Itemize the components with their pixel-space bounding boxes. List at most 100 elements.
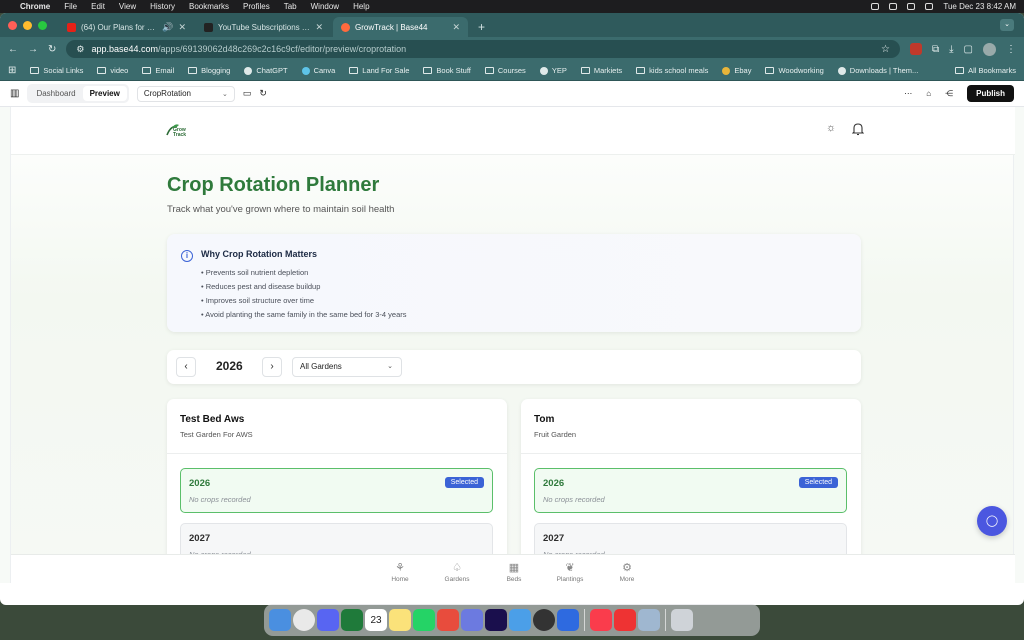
premiere-icon[interactable] (485, 609, 507, 631)
year-entry-selected[interactable]: 2026 No crops recorded Selected (180, 468, 493, 513)
bookmark-video[interactable]: video (97, 66, 128, 75)
chrome-menu-icon[interactable]: ⋮ (1006, 44, 1016, 55)
publish-button[interactable]: Publish (967, 85, 1014, 102)
reload-icon[interactable]: ↻ (48, 44, 56, 55)
bookmark-star-icon[interactable]: ☆ (881, 44, 890, 55)
new-tab-button[interactable]: + (470, 17, 493, 37)
wifi-icon[interactable] (871, 3, 880, 10)
site-info-icon[interactable]: ⚙ (76, 44, 84, 55)
menu-bookmarks[interactable]: Bookmarks (189, 2, 229, 11)
chat-assistant-button[interactable]: ◯ (977, 506, 1007, 536)
finder-icon[interactable] (269, 609, 291, 631)
news-icon[interactable] (614, 609, 636, 631)
extensions-puzzle-icon[interactable]: ⧉ (932, 44, 939, 55)
bookmark-yep[interactable]: YEP (539, 66, 567, 75)
bookmark-book-stuff[interactable]: Book Stuff (423, 66, 471, 75)
quicktime-icon[interactable] (533, 609, 555, 631)
excel-icon[interactable] (341, 609, 363, 631)
share-icon[interactable]: ⋲ (945, 89, 953, 98)
preview-tab[interactable]: Preview (82, 86, 127, 101)
address-bar[interactable]: ⚙ app.base44.com/apps/69139062d48c269c2c… (66, 40, 900, 58)
menu-view[interactable]: View (119, 2, 136, 11)
control-center-icon[interactable] (925, 3, 934, 10)
menu-chrome[interactable]: Chrome (20, 2, 50, 11)
bookmark-land-for-sale[interactable]: Land For Sale (349, 66, 409, 75)
bookmark-kids-school-meals[interactable]: kids school meals (636, 66, 708, 75)
speaker-icon[interactable]: 🔊 (162, 22, 173, 33)
vpn-icon[interactable] (461, 609, 483, 631)
menu-window[interactable]: Window (311, 2, 339, 11)
close-tab-icon[interactable]: ✕ (452, 22, 460, 33)
trash-icon[interactable] (671, 609, 693, 631)
nav-home[interactable]: ⚘ Home (375, 561, 425, 583)
menu-profiles[interactable]: Profiles (243, 2, 270, 11)
tab-youtube-subscriptions[interactable]: YouTube Subscriptions Tab C ✕ (196, 17, 331, 37)
nordvpn-icon[interactable] (557, 609, 579, 631)
search-icon[interactable] (907, 3, 916, 10)
menu-tab[interactable]: Tab (284, 2, 297, 11)
dashboard-tab[interactable]: Dashboard (29, 86, 82, 101)
bell-icon[interactable] (852, 122, 864, 136)
nav-gardens[interactable]: ♤ Gardens (432, 561, 482, 583)
page-select-dropdown[interactable]: CropRotation ⌄ (136, 85, 235, 102)
bookmark-social-links[interactable]: Social Links (30, 66, 83, 75)
back-arrow-icon[interactable]: ← (8, 44, 18, 55)
bookmark-downloads[interactable]: Downloads | Them... (837, 66, 918, 75)
download-icon[interactable]: ⤓ (949, 44, 953, 55)
all-bookmarks-button[interactable]: All Bookmarks (955, 66, 1016, 75)
extension-icon[interactable] (909, 43, 922, 55)
music-icon[interactable] (590, 609, 612, 631)
whatsapp-icon[interactable] (413, 609, 435, 631)
previous-year-button[interactable]: ‹ (176, 357, 196, 377)
chrome-icon[interactable] (293, 609, 315, 631)
bookmark-blogging[interactable]: Blogging (188, 66, 230, 75)
grid-icon: ▦ (508, 562, 520, 574)
nav-more[interactable]: ⚙ More (602, 561, 652, 583)
menu-help[interactable]: Help (353, 2, 369, 11)
close-window-button[interactable] (8, 20, 17, 30)
side-panel-icon[interactable]: ▢ (964, 44, 973, 55)
menubar-clock[interactable]: Tue Dec 23 8:42 AM (943, 2, 1016, 11)
forward-arrow-icon[interactable]: → (28, 44, 38, 55)
apps-grid-icon[interactable]: ⊞ (8, 65, 16, 76)
nav-beds[interactable]: ▦ Beds (489, 561, 539, 583)
home-plant-icon: ⚘ (395, 562, 405, 574)
sidebar-toggle-icon[interactable]: ▥ (10, 88, 19, 99)
tab-search-chevron-icon[interactable]: ⌄ (1000, 19, 1014, 31)
discord-icon[interactable] (317, 609, 339, 631)
sun-icon[interactable]: ☼ (826, 122, 836, 134)
reminders-icon[interactable] (437, 609, 459, 631)
garden-filter-dropdown[interactable]: All Gardens ⌄ (292, 357, 402, 377)
profile-avatar[interactable] (983, 42, 996, 56)
calendar-icon[interactable]: 23 (365, 609, 387, 631)
tab-youtube-garden[interactable]: (64) Our Plans for Garden 🔊 ✕ (59, 17, 194, 37)
menu-history[interactable]: History (150, 2, 175, 11)
device-preview-icon[interactable]: ▭ (243, 88, 252, 99)
bookmark-canva[interactable]: Canva (301, 66, 335, 75)
menu-edit[interactable]: Edit (91, 2, 105, 11)
tab-growtrack[interactable]: GrowTrack | Base44 ✕ (333, 17, 468, 37)
screenshot-icon[interactable] (638, 609, 660, 631)
notes-icon[interactable] (389, 609, 411, 631)
next-year-button[interactable]: › (262, 357, 282, 377)
close-tab-icon[interactable]: ✕ (178, 22, 186, 33)
battery-icon[interactable] (889, 3, 898, 10)
menu-file[interactable]: File (64, 2, 77, 11)
bed-card-header: Test Bed Aws Test Garden For AWS (167, 399, 507, 454)
github-icon[interactable]: ⌂ (926, 89, 931, 98)
preview-app-icon[interactable] (509, 609, 531, 631)
nav-plantings[interactable]: ❦ Plantings (545, 561, 595, 583)
refresh-icon[interactable]: ↻ (259, 88, 267, 99)
bookmark-ebay[interactable]: Ebay (722, 66, 751, 75)
bookmark-chatgpt[interactable]: ChatGPT (244, 66, 288, 75)
bookmark-woodworking[interactable]: Woodworking (765, 66, 824, 75)
minimize-window-button[interactable] (23, 20, 32, 30)
more-options-icon[interactable]: ⋯ (904, 89, 912, 98)
zoom-window-button[interactable] (38, 20, 47, 30)
year-entry-selected[interactable]: 2026 No crops recorded Selected (534, 468, 847, 513)
close-tab-icon[interactable]: ✕ (315, 22, 323, 33)
bookmark-markiets[interactable]: Markiets (580, 66, 622, 75)
bookmark-email[interactable]: Email (142, 66, 174, 75)
bookmark-courses[interactable]: Courses (484, 66, 526, 75)
nav-label: Beds (506, 576, 522, 583)
